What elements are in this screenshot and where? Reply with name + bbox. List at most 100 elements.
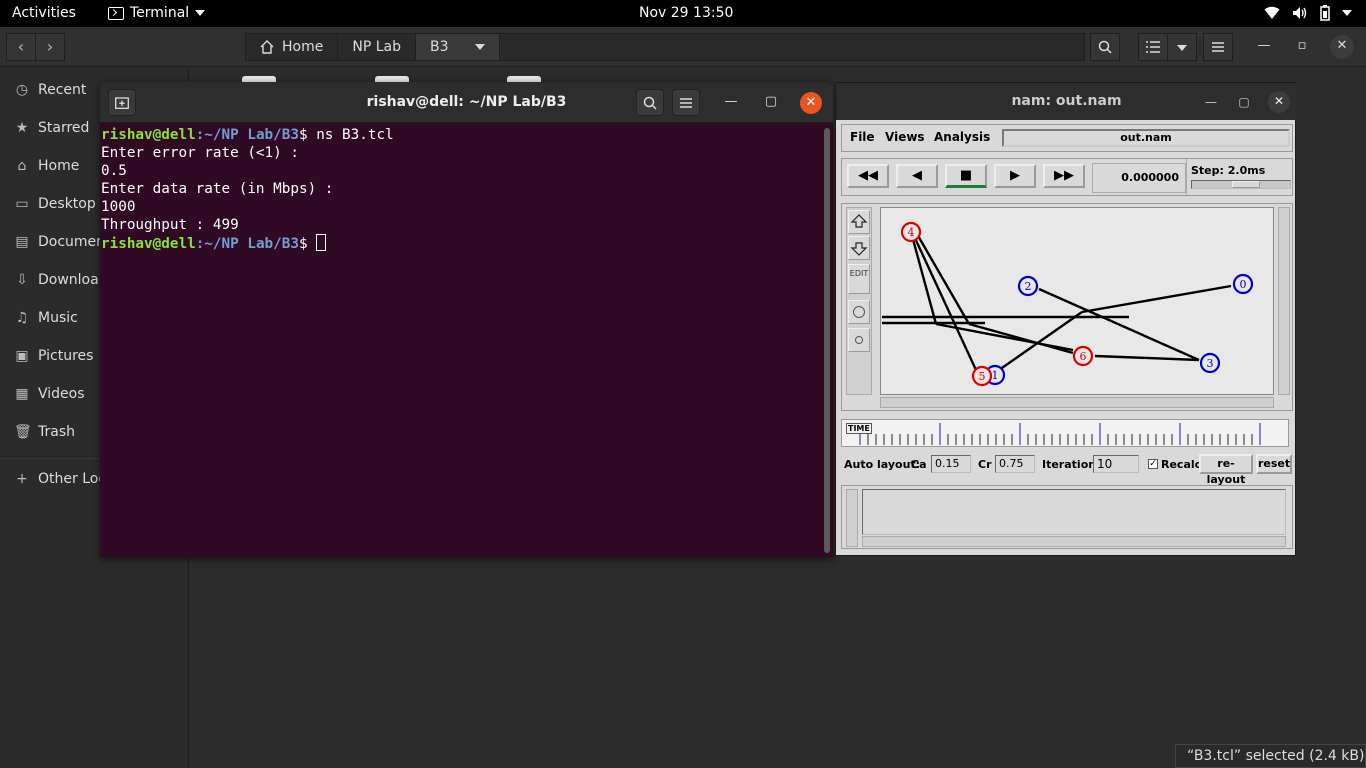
nam-minimize-button[interactable]: — bbox=[1201, 92, 1221, 112]
star-icon: ★ bbox=[15, 120, 29, 136]
nam-close-button[interactable]: ✕ bbox=[1268, 91, 1290, 113]
sidebar-item-trash[interactable]: 🗑 Trash bbox=[14, 421, 75, 443]
terminal-close-button[interactable]: ✕ bbox=[800, 92, 822, 114]
terminal-titlebar[interactable]: rishav@dell: ~/NP Lab/B3 — ▢ ✕ bbox=[100, 82, 833, 123]
cr-label: Cr bbox=[978, 458, 992, 471]
slider-thumb[interactable] bbox=[1232, 181, 1260, 188]
auto-layout-label: Auto layout: bbox=[844, 458, 921, 471]
picture-icon: ▣ bbox=[15, 348, 29, 364]
list-view-button[interactable] bbox=[1138, 33, 1168, 61]
prompt-symbol: $ bbox=[298, 236, 317, 252]
annotation-horizontal-scrollbar[interactable] bbox=[862, 536, 1286, 547]
canvas-vertical-scrollbar[interactable] bbox=[1278, 207, 1290, 395]
menu-analysis[interactable]: Analysis bbox=[934, 130, 990, 144]
app-menu[interactable]: Terminal bbox=[108, 5, 206, 21]
node-4[interactable]: 4 bbox=[900, 221, 922, 243]
search-button[interactable] bbox=[1090, 33, 1120, 61]
edit-button[interactable]: EDIT bbox=[848, 264, 870, 294]
link bbox=[998, 311, 1083, 371]
minimize-button[interactable]: — bbox=[1252, 35, 1276, 59]
iterations-input[interactable]: 10 bbox=[1093, 455, 1139, 473]
topology-graph: 0 2 3 1 4 5 6 bbox=[882, 221, 1254, 387]
selection-status: “B3.tcl” selected (2.4 kB) bbox=[1175, 744, 1366, 768]
timeline[interactable]: TIME bbox=[841, 419, 1289, 447]
cr-input[interactable]: 0.75 bbox=[995, 455, 1035, 473]
terminal-line: Enter error rate (<1) : bbox=[101, 145, 299, 161]
terminal-scrollbar[interactable] bbox=[824, 128, 830, 553]
nam-menubar: File Views Analysis out.nam bbox=[841, 124, 1293, 152]
maximize-button[interactable]: ▫ bbox=[1290, 35, 1314, 59]
main-menu-button[interactable] bbox=[1203, 33, 1233, 61]
desktop-icon: ▭ bbox=[15, 196, 29, 212]
clock-icon: ◷ bbox=[15, 82, 29, 98]
battery-icon bbox=[1320, 5, 1330, 21]
step-back-button[interactable]: ◀ bbox=[896, 164, 938, 188]
node-2[interactable]: 2 bbox=[1017, 275, 1039, 297]
zoom-out-button[interactable] bbox=[848, 236, 870, 260]
relayout-button[interactable]: re-layout bbox=[1199, 454, 1253, 486]
annotation-list[interactable] bbox=[862, 489, 1286, 535]
view-options-button[interactable] bbox=[1167, 33, 1197, 61]
terminal-maximize-button[interactable]: ▢ bbox=[760, 92, 782, 114]
fast-forward-button[interactable]: ▶▶ bbox=[1043, 164, 1085, 188]
sidebar-item-recent[interactable]: ◷ Recent bbox=[14, 79, 87, 101]
ca-input[interactable]: 0.15 bbox=[931, 455, 971, 473]
auto-layout-controls: Auto layout: Ca 0.15 Cr 0.75 Iterations … bbox=[841, 453, 1293, 486]
zoom-out-icon bbox=[850, 242, 868, 256]
menu-views[interactable]: Views bbox=[885, 130, 925, 144]
forward-button[interactable]: › bbox=[35, 33, 65, 61]
prompt-symbol: $ bbox=[298, 127, 317, 143]
stop-button[interactable]: ■ bbox=[945, 164, 987, 188]
sidebar-item-other-locations[interactable]: + Other Loc bbox=[14, 468, 106, 490]
nam-titlebar[interactable]: nam: out.nam — ▢ ✕ bbox=[836, 83, 1297, 120]
breadcrumb-np-lab[interactable]: NP Lab bbox=[338, 34, 416, 60]
sidebar-item-pictures[interactable]: ▣ Pictures bbox=[14, 345, 93, 367]
node-0[interactable]: 0 bbox=[1232, 273, 1254, 295]
prompt-path: :~/NP Lab/B3 bbox=[195, 236, 299, 252]
ca-label: Ca bbox=[911, 458, 927, 471]
sidebar-item-home[interactable]: ⌂ Home bbox=[14, 155, 80, 177]
node-5[interactable]: 5 bbox=[971, 365, 993, 387]
rewind-button[interactable]: ◀◀ bbox=[847, 164, 889, 188]
node-label: 4 bbox=[908, 226, 915, 239]
node-6[interactable]: 6 bbox=[1072, 345, 1094, 367]
canvas-horizontal-scrollbar[interactable] bbox=[880, 397, 1274, 408]
terminal-output[interactable]: rishav@dell:~/NP Lab/B3$ ns B3.tcl Enter … bbox=[101, 126, 821, 253]
play-button[interactable]: ▶ bbox=[994, 164, 1036, 188]
node-3[interactable]: 3 bbox=[1199, 352, 1221, 374]
file-manager-header: ‹ › Home NP Lab B3 — ▫ ✕ bbox=[0, 27, 1366, 67]
activities-button[interactable]: Activities bbox=[12, 5, 76, 21]
back-button[interactable]: ‹ bbox=[6, 33, 36, 61]
sidebar-item-desktop[interactable]: ▭ Desktop bbox=[14, 193, 95, 215]
sidebar-item-starred[interactable]: ★ Starred bbox=[14, 117, 90, 139]
sidebar-item-documents[interactable]: ▤ Documen bbox=[14, 231, 105, 253]
terminal-search-button[interactable] bbox=[636, 89, 664, 116]
annotation-panel bbox=[841, 485, 1293, 549]
text-cursor bbox=[316, 234, 327, 251]
nam-maximize-button[interactable]: ▢ bbox=[1234, 92, 1254, 112]
small-node-tool-button[interactable] bbox=[848, 328, 870, 352]
sidebar-item-music[interactable]: ♫ Music bbox=[14, 307, 78, 329]
system-tray[interactable] bbox=[1264, 5, 1352, 21]
clock[interactable]: Nov 29 13:50 bbox=[639, 5, 733, 21]
breadcrumb-home[interactable]: Home bbox=[246, 34, 339, 60]
terminal-line: rishav@dell:~/NP Lab/B3$ bbox=[101, 234, 821, 253]
node-tool-button[interactable] bbox=[848, 300, 870, 324]
network-topology-canvas[interactable]: 0 2 3 1 4 5 6 bbox=[880, 207, 1274, 395]
terminal-line: 0.5 bbox=[101, 163, 127, 179]
menu-file[interactable]: File bbox=[850, 130, 875, 144]
close-button[interactable]: ✕ bbox=[1330, 35, 1354, 59]
annotation-vertical-scrollbar[interactable] bbox=[846, 489, 858, 547]
terminal-minimize-button[interactable]: — bbox=[720, 92, 742, 114]
sidebar-item-label: Starred bbox=[38, 120, 90, 136]
sidebar-item-downloads[interactable]: ⇩ Downloa bbox=[14, 269, 99, 291]
terminal-menu-button[interactable] bbox=[672, 89, 700, 116]
zoom-in-button[interactable] bbox=[848, 210, 870, 234]
breadcrumb-b3[interactable]: B3 bbox=[415, 34, 500, 60]
sidebar-item-videos[interactable]: ▦ Videos bbox=[14, 383, 84, 405]
list-icon bbox=[1146, 41, 1160, 53]
recalc-checkbox[interactable]: ✓ bbox=[1148, 459, 1158, 469]
step-slider[interactable] bbox=[1191, 180, 1291, 189]
terminal-line: Throughput : 499 bbox=[101, 217, 239, 233]
reset-button[interactable]: reset bbox=[1256, 454, 1292, 474]
